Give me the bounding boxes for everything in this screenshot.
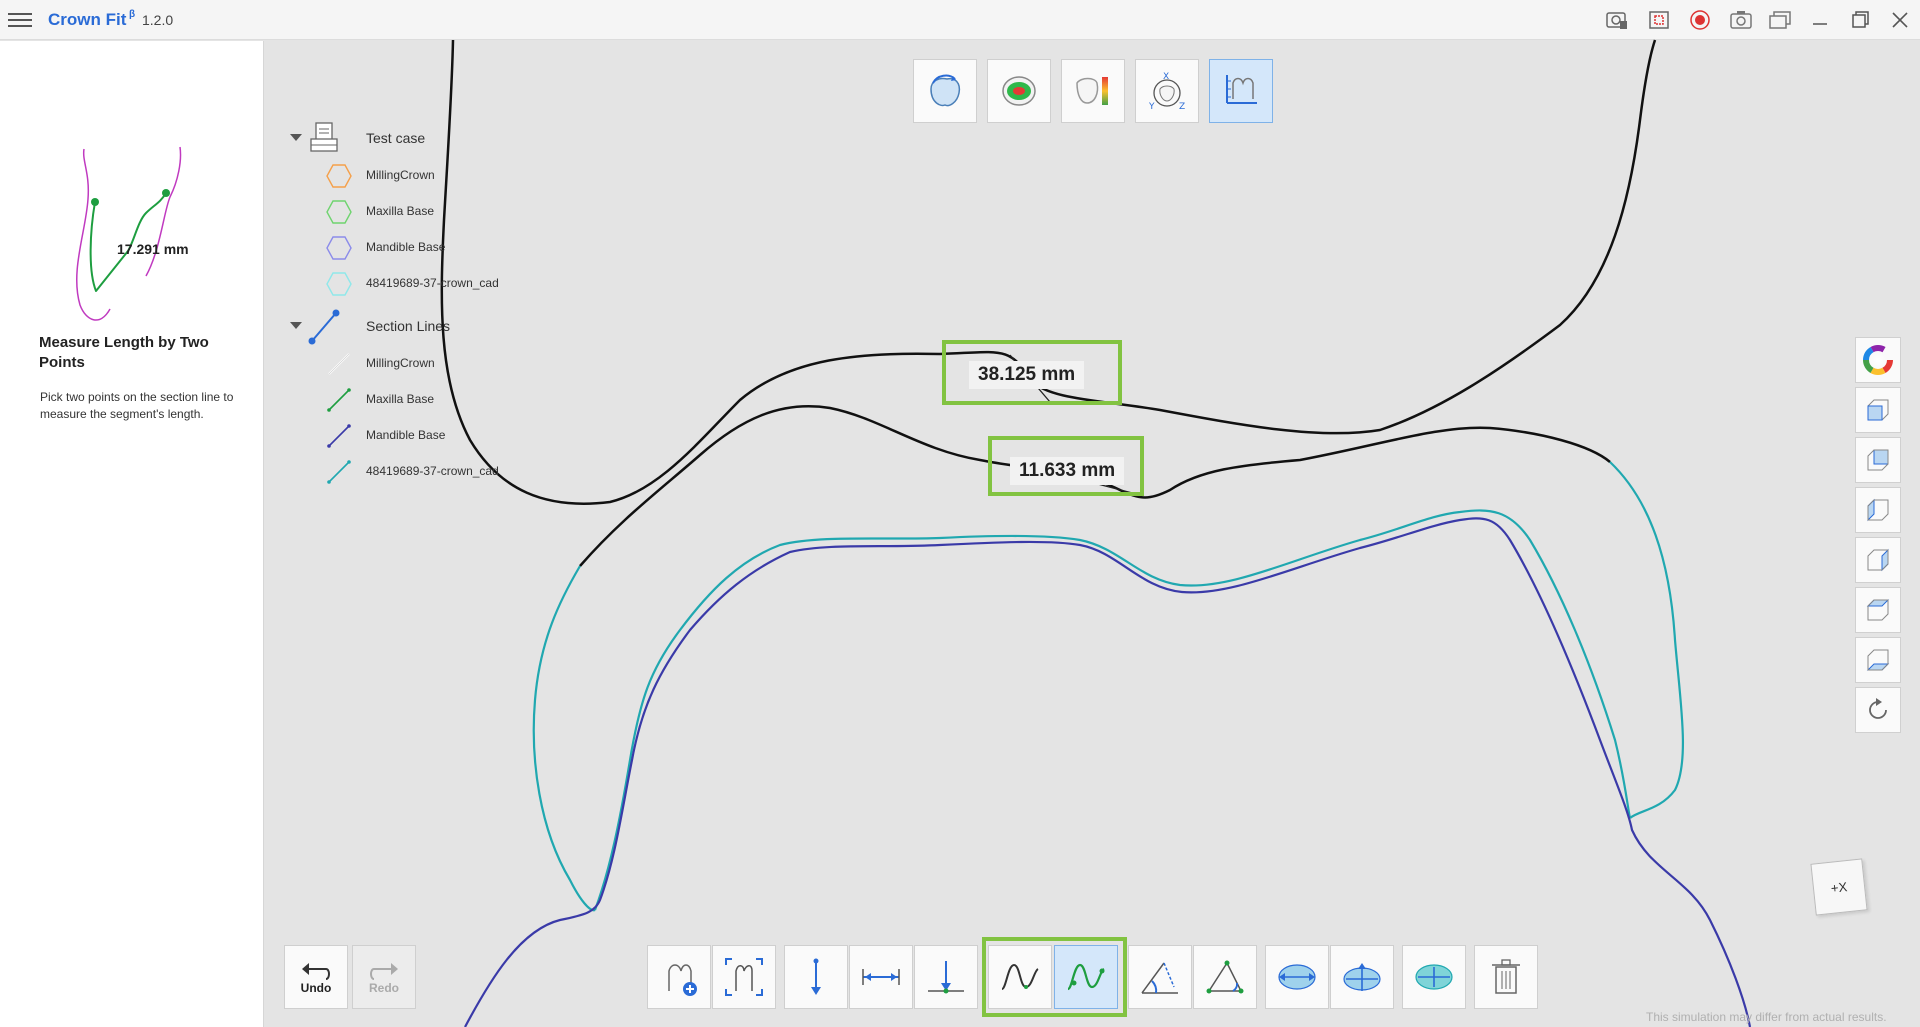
redo-button[interactable]: Redo bbox=[352, 945, 416, 1009]
view-cube[interactable]: +X bbox=[1810, 858, 1868, 916]
hexagon-icon bbox=[326, 164, 352, 188]
tree-item-section-mandible-base[interactable]: Mandible Base bbox=[288, 421, 528, 449]
area-horizontal-icon bbox=[1278, 964, 1316, 990]
add-section-icon bbox=[668, 964, 697, 996]
tree-item-label: Mandible Base bbox=[366, 240, 446, 254]
collapse-arrow-icon[interactable] bbox=[290, 134, 302, 141]
undo-button[interactable]: Undo bbox=[284, 945, 348, 1009]
angle-icon bbox=[1141, 962, 1178, 994]
section-line-icon bbox=[327, 424, 351, 448]
area-cross-icon bbox=[1343, 963, 1381, 991]
tree-group-test-case[interactable]: Test case bbox=[288, 122, 528, 153]
axis-rotation-icon: XY Z bbox=[1148, 72, 1185, 112]
tree-item-section-crown-cad[interactable]: 48419689-37-crown_cad bbox=[288, 457, 528, 485]
section-measure-button[interactable] bbox=[1209, 59, 1273, 123]
section-measure-icon bbox=[1226, 75, 1257, 104]
horizontal-distance-button[interactable] bbox=[849, 945, 913, 1009]
axis-rotation-button[interactable]: XYZ bbox=[1135, 59, 1199, 123]
section-line-icon bbox=[327, 460, 351, 484]
simulation-disclaimer: This simulation may differ from actual r… bbox=[1646, 1010, 1887, 1024]
tree-item-section-maxilla-base[interactable]: Maxilla Base bbox=[288, 385, 528, 413]
reset-view-button[interactable] bbox=[1855, 687, 1901, 733]
cube-back-icon bbox=[1867, 449, 1889, 471]
hexagon-icon bbox=[326, 236, 352, 260]
view-left-button[interactable] bbox=[1855, 487, 1901, 533]
point-to-line-icon bbox=[928, 961, 964, 994]
contact-map-button[interactable] bbox=[987, 59, 1051, 123]
tree-item-crown-cad[interactable]: 48419689-37-crown_cad bbox=[288, 269, 528, 297]
vertical-distance-button[interactable] bbox=[784, 945, 848, 1009]
undo-label: Undo bbox=[300, 981, 332, 995]
tree-group-label: Section Lines bbox=[366, 318, 451, 334]
redo-icon bbox=[370, 963, 398, 980]
tree-item-label: Mandible Base bbox=[366, 428, 446, 442]
vertical-distance-icon bbox=[811, 958, 821, 995]
reset-rotate-icon bbox=[1869, 698, 1887, 719]
tree-item-label: 48419689-37-crown_cad bbox=[366, 276, 499, 290]
color-scale-button[interactable] bbox=[1061, 59, 1125, 123]
tree-item-label: Maxilla Base bbox=[366, 392, 435, 406]
redo-label: Redo bbox=[369, 981, 399, 995]
area-fit-button[interactable] bbox=[1402, 945, 1466, 1009]
view-right-button[interactable] bbox=[1855, 537, 1901, 583]
svg-text:Z: Z bbox=[1179, 102, 1185, 112]
rotate-crown-button[interactable] bbox=[913, 59, 977, 123]
cube-top-icon bbox=[1866, 599, 1890, 621]
view-top-button[interactable] bbox=[1855, 587, 1901, 633]
two-point-length-icon bbox=[1067, 963, 1105, 991]
triangle-angle-button[interactable] bbox=[1193, 945, 1257, 1009]
view-bottom-button[interactable] bbox=[1855, 637, 1901, 683]
tree-item-milling-crown[interactable]: MillingCrown bbox=[288, 161, 528, 189]
cube-front-icon bbox=[1867, 399, 1889, 421]
section-bounds-icon bbox=[725, 958, 763, 996]
tree-item-label: MillingCrown bbox=[366, 356, 435, 370]
section-bounds-button[interactable] bbox=[712, 945, 776, 1009]
measurement-label[interactable]: 11.633 mm bbox=[1010, 457, 1125, 485]
delete-icon bbox=[1492, 959, 1520, 994]
view-cube-label: +X bbox=[1830, 878, 1848, 896]
section-line-icon bbox=[328, 353, 350, 375]
horizontal-distance-icon bbox=[862, 969, 900, 985]
measurement-label[interactable]: 38.125 mm bbox=[969, 361, 1085, 389]
cube-right-icon bbox=[1867, 548, 1889, 572]
collapse-arrow-icon[interactable] bbox=[290, 322, 302, 329]
contact-map-icon bbox=[1002, 76, 1036, 106]
two-point-length-button[interactable] bbox=[1054, 945, 1118, 1009]
tree-item-label: 48419689-37-crown_cad bbox=[366, 464, 499, 478]
rotate-crown-icon bbox=[930, 74, 961, 107]
undo-icon bbox=[302, 963, 330, 980]
cube-left-icon bbox=[1867, 498, 1889, 522]
tree-item-maxilla-base[interactable]: Maxilla Base bbox=[288, 197, 528, 225]
area-fit-icon bbox=[1415, 964, 1453, 990]
test-case-icon bbox=[310, 122, 338, 152]
color-wheel-icon bbox=[1863, 345, 1893, 375]
tree-item-mandible-base[interactable]: Mandible Base bbox=[288, 233, 528, 261]
angle-button[interactable] bbox=[1128, 945, 1192, 1009]
tree-item-label: Maxilla Base bbox=[366, 204, 435, 218]
triangle-angle-icon bbox=[1206, 960, 1244, 994]
view-front-button[interactable] bbox=[1855, 387, 1901, 433]
curve-length-icon bbox=[1001, 963, 1039, 990]
color-picker-button[interactable] bbox=[1855, 337, 1901, 383]
hexagon-icon bbox=[326, 200, 352, 224]
tree-item-label: MillingCrown bbox=[366, 168, 435, 182]
tree-group-label: Test case bbox=[366, 130, 426, 146]
tree-group-section-lines[interactable]: Section Lines bbox=[288, 309, 528, 345]
section-line-group-icon bbox=[308, 309, 340, 345]
hexagon-icon bbox=[326, 272, 352, 296]
delete-button[interactable] bbox=[1474, 945, 1538, 1009]
svg-text:Y: Y bbox=[1148, 102, 1155, 112]
area-horizontal-button[interactable] bbox=[1265, 945, 1329, 1009]
add-section-button[interactable] bbox=[647, 945, 711, 1009]
section-line-icon bbox=[327, 388, 351, 412]
area-cross-button[interactable] bbox=[1330, 945, 1394, 1009]
tree-item-section-milling-crown[interactable]: MillingCrown bbox=[288, 349, 528, 377]
color-scale-icon bbox=[1076, 77, 1108, 105]
section-view-canvas[interactable] bbox=[0, 0, 1920, 1027]
point-to-line-button[interactable] bbox=[914, 945, 978, 1009]
view-back-button[interactable] bbox=[1855, 437, 1901, 483]
curve-length-button[interactable] bbox=[988, 945, 1052, 1009]
cube-bottom-icon bbox=[1866, 649, 1890, 671]
